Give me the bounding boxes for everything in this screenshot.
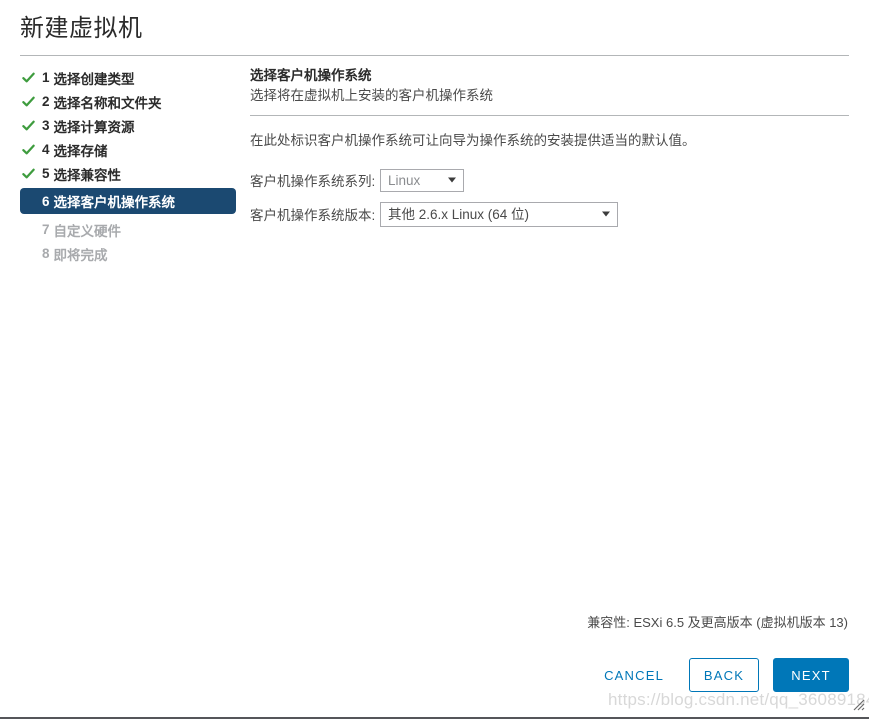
step-number: 3 bbox=[42, 118, 50, 133]
guest-os-version-row: 客户机操作系统版本: 其他 2.6.x Linux (64 位) bbox=[250, 201, 849, 227]
check-icon bbox=[22, 96, 35, 106]
step-number: 5 bbox=[42, 166, 50, 181]
guest-os-version-select[interactable]: 其他 2.6.x Linux (64 位) bbox=[380, 201, 618, 227]
guest-os-version-value: 其他 2.6.x Linux (64 位) bbox=[388, 206, 530, 222]
back-button[interactable]: BACK bbox=[689, 658, 759, 692]
resize-grip-icon[interactable] bbox=[853, 699, 865, 711]
compatibility-note: 兼容性: ESXi 6.5 及更高版本 (虚拟机版本 13) bbox=[587, 615, 848, 630]
step-number: 1 bbox=[42, 70, 50, 85]
content-heading: 选择客户机操作系统 bbox=[250, 68, 372, 83]
step-number: 4 bbox=[42, 142, 50, 157]
check-icon bbox=[22, 168, 35, 178]
sidebar-item-step-1[interactable]: 1 选择创建类型 bbox=[20, 66, 236, 89]
content-description: 在此处标识客户机操作系统可让向导为操作系统的安装提供适当的默认值。 bbox=[250, 133, 696, 148]
check-icon bbox=[22, 72, 35, 82]
next-button[interactable]: NEXT bbox=[773, 658, 849, 692]
step-label: 选择客户机操作系统 bbox=[53, 195, 176, 210]
title-divider bbox=[20, 55, 849, 56]
step-number: 6 bbox=[42, 193, 50, 209]
wizard-content-pane: 选择客户机操作系统 选择将在虚拟机上安装的客户机操作系统 在此处标识客户机操作系… bbox=[250, 66, 849, 235]
step-label: 即将完成 bbox=[53, 247, 108, 263]
guest-os-family-select[interactable]: Linux bbox=[380, 168, 464, 192]
cancel-button[interactable]: CANCEL bbox=[593, 658, 675, 692]
sidebar-item-step-6-selected[interactable]: 6 选择客户机操作系统 bbox=[20, 188, 236, 214]
step-label: 选择名称和文件夹 bbox=[53, 95, 162, 111]
step-label: 选择存储 bbox=[53, 143, 108, 159]
guest-os-form: 客户机操作系统系列: Linux 客户机操作系统版本: 其他 2.6.x Lin… bbox=[250, 167, 849, 227]
sidebar-item-step-3[interactable]: 3 选择计算资源 bbox=[20, 114, 236, 137]
sidebar-item-step-5[interactable]: 5 选择兼容性 bbox=[20, 162, 236, 185]
check-icon bbox=[22, 120, 35, 130]
sidebar-item-step-4[interactable]: 4 选择存储 bbox=[20, 138, 236, 161]
sidebar-item-step-2[interactable]: 2 选择名称和文件夹 bbox=[20, 90, 236, 113]
guest-os-version-label: 客户机操作系统版本: bbox=[250, 208, 376, 223]
step-label: 选择创建类型 bbox=[53, 71, 135, 87]
sidebar-item-step-8[interactable]: 8 即将完成 bbox=[20, 242, 236, 265]
wizard-step-list: 1 选择创建类型 2 选择名称和文件夹 3 选择计算资源 4 选择存储 5 选择… bbox=[20, 66, 236, 266]
sidebar-item-step-7[interactable]: 7 自定义硬件 bbox=[20, 218, 236, 241]
guest-os-family-row: 客户机操作系统系列: Linux bbox=[250, 167, 849, 193]
check-icon bbox=[22, 144, 35, 154]
new-virtual-machine-wizard: 新建虚拟机 1 选择创建类型 2 选择名称和文件夹 3 选择计算资源 4 选择存… bbox=[0, 0, 869, 719]
step-label: 选择兼容性 bbox=[53, 167, 122, 183]
content-divider bbox=[250, 115, 849, 116]
chevron-down-icon bbox=[448, 177, 456, 183]
step-number: 7 bbox=[42, 222, 50, 237]
step-label: 选择计算资源 bbox=[53, 119, 135, 135]
page-title: 新建虚拟机 bbox=[20, 15, 143, 42]
guest-os-family-label: 客户机操作系统系列: bbox=[250, 174, 376, 189]
content-subheading: 选择将在虚拟机上安装的客户机操作系统 bbox=[250, 88, 493, 103]
guest-os-family-value: Linux bbox=[388, 172, 421, 188]
step-label: 自定义硬件 bbox=[53, 223, 122, 239]
chevron-down-icon bbox=[602, 211, 610, 217]
step-number: 2 bbox=[42, 94, 50, 109]
step-number: 8 bbox=[42, 246, 50, 261]
wizard-footer-buttons: CANCEL BACK NEXT bbox=[593, 658, 849, 692]
watermark-text: https://blog.csdn.net/qq_36089184 bbox=[608, 690, 869, 709]
